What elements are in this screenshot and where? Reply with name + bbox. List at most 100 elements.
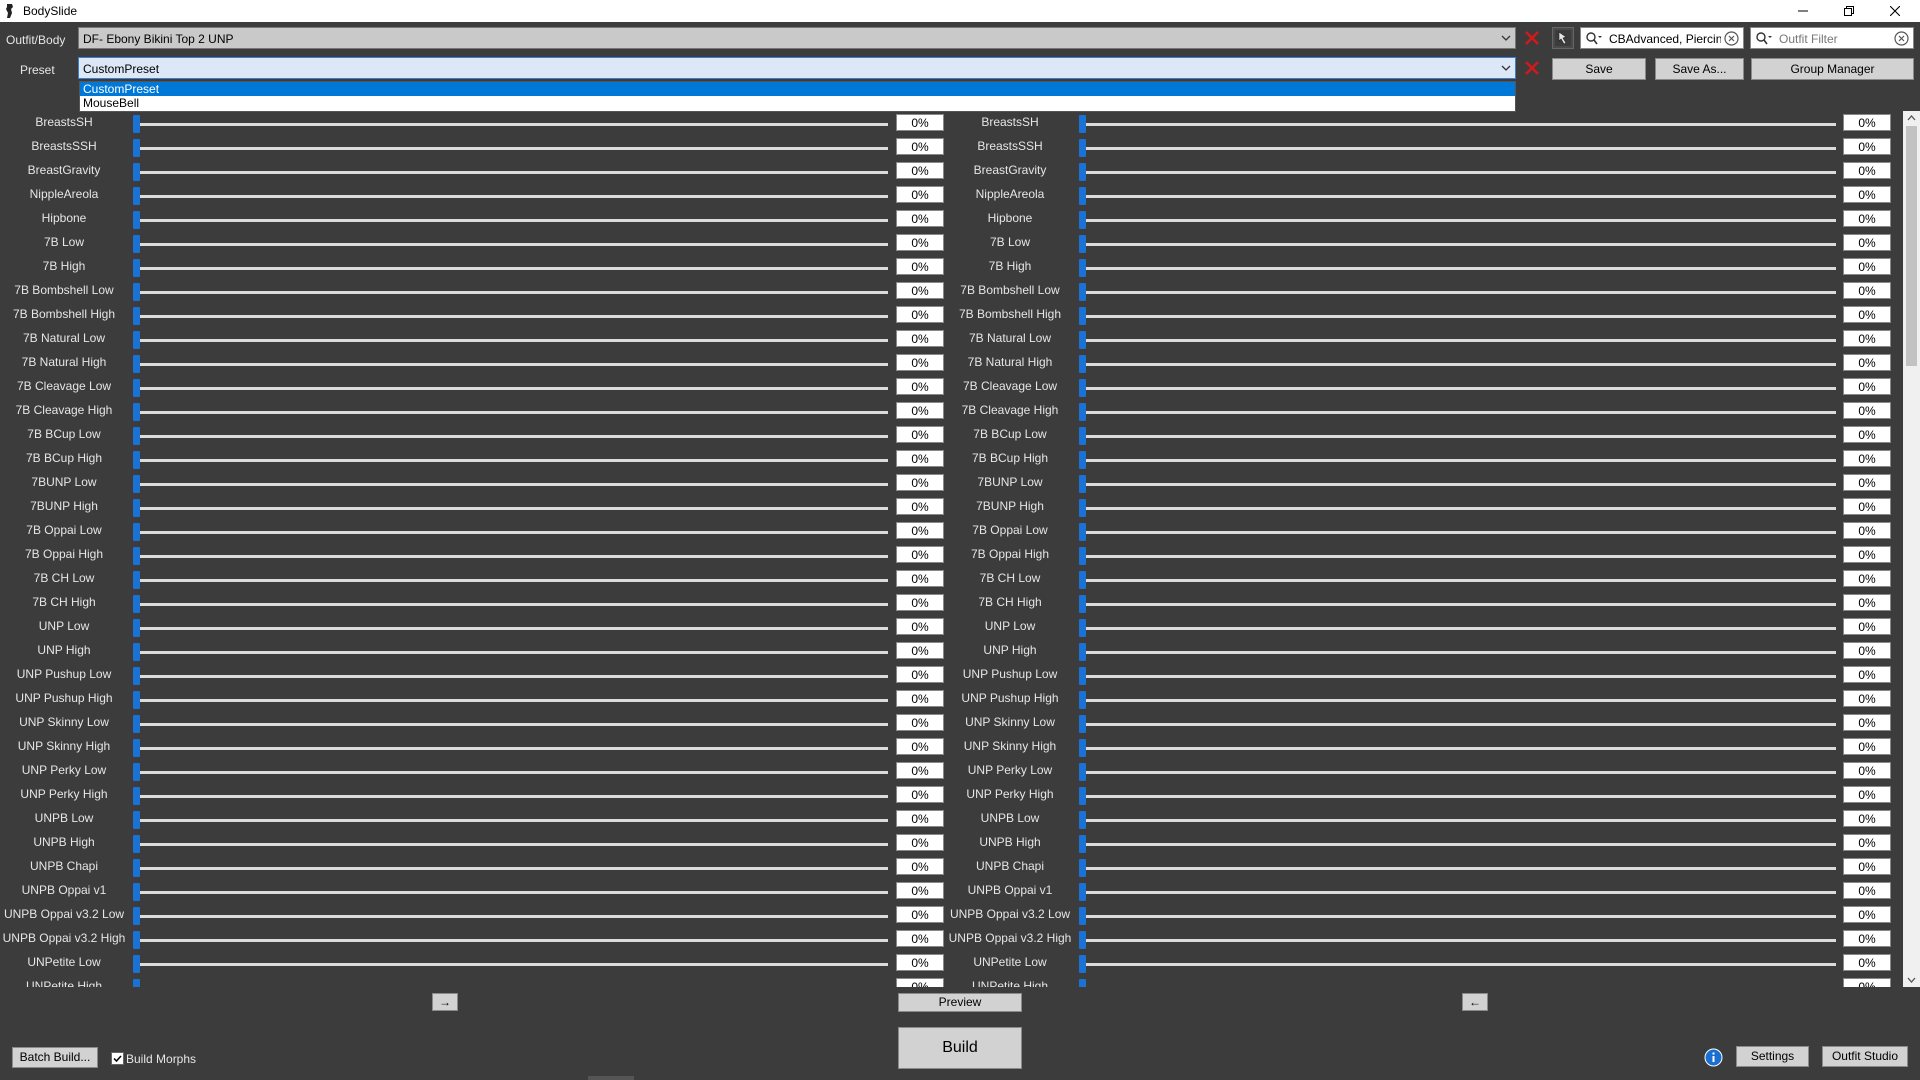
slider-thumb-low[interactable] [133,331,140,349]
slider-thumb-high[interactable] [1079,931,1086,949]
slider-value-high[interactable]: 0% [1843,426,1891,443]
slider-track-high[interactable] [1080,771,1836,774]
slider-thumb-low[interactable] [133,427,140,445]
slider-track-high[interactable] [1080,819,1836,822]
slider-thumb-low[interactable] [133,835,140,853]
slider-thumb-high[interactable] [1079,787,1086,805]
slider-track-high[interactable] [1080,363,1836,366]
slider-value-low[interactable]: 0% [896,258,944,275]
slider-track-low[interactable] [134,483,888,486]
slider-thumb-low[interactable] [133,403,140,421]
slider-thumb-low[interactable] [133,547,140,565]
slider-track-low[interactable] [134,123,888,126]
copy-right-button[interactable]: → [432,993,458,1011]
slider-value-high[interactable]: 0% [1843,738,1891,755]
slider-track-high[interactable] [1080,891,1836,894]
slider-value-high[interactable]: 0% [1843,330,1891,347]
slider-track-low[interactable] [134,459,888,462]
slider-value-low[interactable]: 0% [896,306,944,323]
slider-thumb-low[interactable] [133,571,140,589]
slider-thumb-high[interactable] [1079,475,1086,493]
slider-value-low[interactable]: 0% [896,882,944,899]
slider-thumb-high[interactable] [1079,211,1086,229]
slider-track-high[interactable] [1080,387,1836,390]
build-button[interactable]: Build [898,1027,1022,1069]
slider-thumb-high[interactable] [1079,739,1086,757]
slider-value-high[interactable]: 0% [1843,978,1891,987]
slider-value-low[interactable]: 0% [896,642,944,659]
slider-track-low[interactable] [134,435,888,438]
slider-track-low[interactable] [134,939,888,942]
settings-button[interactable]: Settings [1736,1046,1809,1067]
slider-thumb-low[interactable] [133,187,140,205]
slider-value-high[interactable]: 0% [1843,450,1891,467]
slider-track-low[interactable] [134,843,888,846]
slider-track-high[interactable] [1080,939,1836,942]
save-button[interactable]: Save [1552,58,1646,80]
slider-thumb-high[interactable] [1079,187,1086,205]
copy-left-button[interactable]: ← [1462,993,1488,1011]
slider-track-low[interactable] [134,651,888,654]
delete-outfit-icon[interactable] [1523,29,1541,47]
slider-value-low[interactable]: 0% [896,450,944,467]
slider-value-high[interactable]: 0% [1843,306,1891,323]
slider-track-high[interactable] [1080,147,1836,150]
slider-track-low[interactable] [134,171,888,174]
vertical-scrollbar[interactable] [1903,111,1920,987]
slider-track-high[interactable] [1080,123,1836,126]
slider-thumb-low[interactable] [133,283,140,301]
slider-thumb-low[interactable] [133,859,140,877]
slider-value-low[interactable]: 0% [896,210,944,227]
slider-track-high[interactable] [1080,243,1836,246]
slider-value-low[interactable]: 0% [896,594,944,611]
slider-value-high[interactable]: 0% [1843,786,1891,803]
scrollbar-thumb[interactable] [1906,126,1917,366]
slider-thumb-high[interactable] [1079,523,1086,541]
slider-value-low[interactable]: 0% [896,762,944,779]
slider-value-low[interactable]: 0% [896,858,944,875]
preset-option[interactable]: MouseBell [80,96,1515,110]
slider-thumb-low[interactable] [133,235,140,253]
slider-track-high[interactable] [1080,675,1836,678]
slider-track-high[interactable] [1080,555,1836,558]
slider-track-high[interactable] [1080,579,1836,582]
slider-value-low[interactable]: 0% [896,282,944,299]
slider-value-low[interactable]: 0% [896,426,944,443]
slider-track-high[interactable] [1080,219,1836,222]
slider-track-high[interactable] [1080,291,1836,294]
slider-value-low[interactable]: 0% [896,546,944,563]
slider-thumb-low[interactable] [133,379,140,397]
slider-value-high[interactable]: 0% [1843,354,1891,371]
slider-thumb-high[interactable] [1079,907,1086,925]
slider-value-low[interactable]: 0% [896,954,944,971]
slider-thumb-high[interactable] [1079,811,1086,829]
slider-value-high[interactable]: 0% [1843,762,1891,779]
slider-value-high[interactable]: 0% [1843,498,1891,515]
slider-track-high[interactable] [1080,339,1836,342]
slider-thumb-high[interactable] [1079,355,1086,373]
slider-track-low[interactable] [134,603,888,606]
slider-track-low[interactable] [134,195,888,198]
slider-value-high[interactable]: 0% [1843,210,1891,227]
delete-preset-icon[interactable] [1523,59,1541,77]
slider-track-low[interactable] [134,891,888,894]
slider-value-low[interactable]: 0% [896,498,944,515]
slider-value-high[interactable]: 0% [1843,234,1891,251]
slider-track-low[interactable] [134,747,888,750]
slider-thumb-low[interactable] [133,619,140,637]
slider-value-high[interactable]: 0% [1843,186,1891,203]
slider-thumb-high[interactable] [1079,979,1086,987]
slider-thumb-low[interactable] [133,307,140,325]
slider-thumb-high[interactable] [1079,763,1086,781]
group-filter-input[interactable]: CBAdvanced, Piercin [1580,27,1744,49]
slider-value-low[interactable]: 0% [896,522,944,539]
slider-thumb-high[interactable] [1079,571,1086,589]
slider-thumb-low[interactable] [133,643,140,661]
slider-track-low[interactable] [134,411,888,414]
slider-thumb-high[interactable] [1079,307,1086,325]
slider-track-high[interactable] [1080,747,1836,750]
slider-track-high[interactable] [1080,435,1836,438]
slider-value-low[interactable]: 0% [896,714,944,731]
slider-thumb-low[interactable] [133,883,140,901]
slider-thumb-high[interactable] [1079,547,1086,565]
